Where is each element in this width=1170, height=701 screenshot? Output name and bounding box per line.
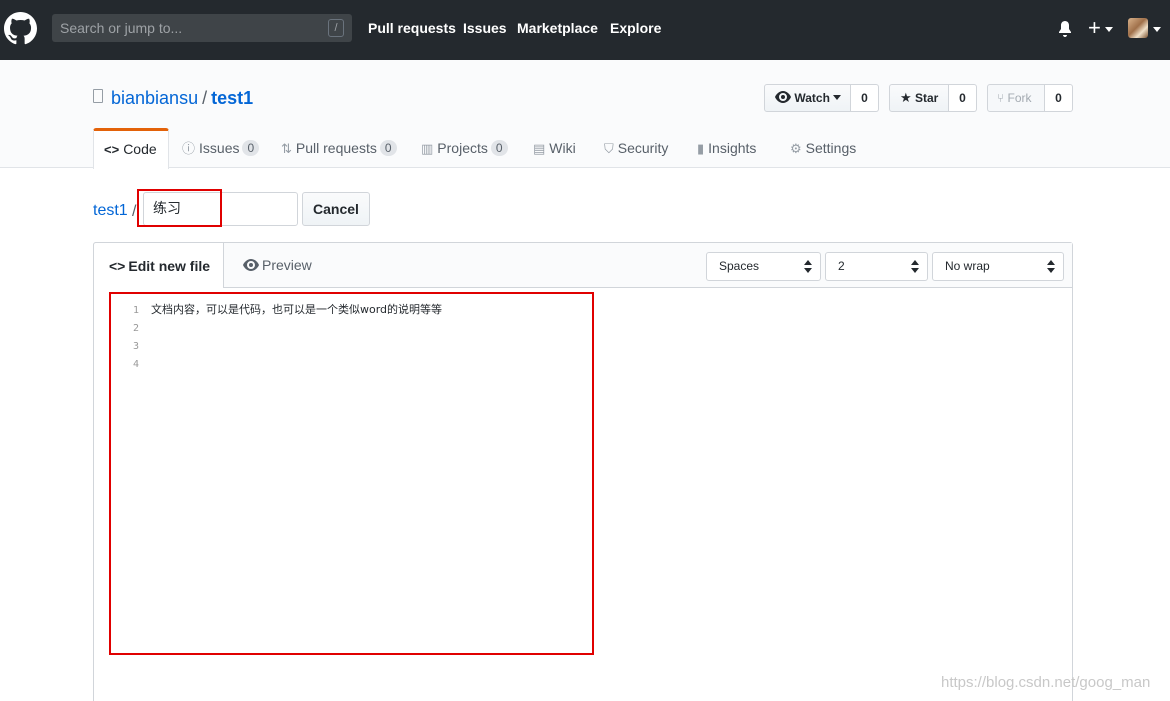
tab-insights-label: Insights — [708, 140, 757, 156]
eye-icon — [775, 91, 791, 103]
tab-insights[interactable]: ▮ Insights — [697, 128, 756, 168]
shield-icon: ⛉ — [604, 141, 614, 156]
star-icon: ★ — [900, 90, 912, 105]
indent-size-select[interactable]: 2 — [825, 252, 928, 281]
wrap-mode-value: No wrap — [945, 259, 990, 273]
editor-toolbar: <> Edit new file Preview Spaces 2 No wrap — [93, 242, 1072, 288]
repo-owner-link[interactable]: bianbiansu — [111, 88, 198, 108]
tab-issues[interactable]: ⓘ Issues 0 — [182, 128, 260, 168]
select-arrows-icon — [911, 260, 919, 273]
watch-button[interactable]: Watch — [764, 84, 851, 112]
tab-preview[interactable]: Preview — [243, 257, 312, 273]
watermark-text: https://blog.csdn.net/goog_man — [941, 674, 1151, 691]
indent-mode-select[interactable]: Spaces — [706, 252, 821, 281]
tab-pulls-count: 0 — [379, 140, 397, 156]
tab-security-label: Security — [617, 140, 669, 156]
tab-code[interactable]: <> Code — [93, 128, 169, 169]
star-label: Star — [915, 91, 939, 105]
nav-explore[interactable]: Explore — [610, 20, 661, 36]
tab-projects[interactable]: ▥ Projects 0 — [421, 128, 508, 168]
tab-security[interactable]: ⛉ Security — [604, 128, 668, 168]
nav-issues[interactable]: Issues — [463, 20, 507, 36]
tab-wiki[interactable]: ▤ Wiki — [533, 128, 576, 168]
git-pull-request-icon: ⇅ — [281, 141, 292, 156]
issue-opened-icon: ⓘ — [182, 141, 196, 156]
graph-icon: ▮ — [697, 141, 705, 156]
repo-icon — [93, 89, 103, 103]
breadcrumb-repo-link[interactable]: test1 — [93, 202, 128, 220]
chevron-down-icon — [1105, 27, 1113, 32]
github-logo-icon[interactable] — [4, 12, 37, 45]
chevron-down-icon — [833, 95, 842, 100]
avatar[interactable] — [1128, 18, 1148, 38]
repo-title-separator: / — [202, 88, 208, 108]
chevron-down-icon — [1153, 27, 1161, 32]
tab-preview-label: Preview — [262, 257, 312, 273]
star-button[interactable]: ★ Star — [889, 84, 949, 112]
fork-count[interactable]: 0 — [1045, 84, 1073, 112]
tab-projects-label: Projects — [437, 140, 488, 156]
tab-edit-label: Edit new file — [128, 258, 211, 274]
book-icon: ▤ — [533, 141, 546, 156]
fork-icon: ⑂ — [997, 91, 1005, 105]
star-count[interactable]: 0 — [949, 84, 977, 112]
editor-highlight-box — [109, 292, 594, 655]
repo-header: bianbiansu / test1 Watch 0 ★ Star 0 ⑂ Fork… — [0, 60, 1170, 169]
indent-mode-value: Spaces — [719, 259, 760, 273]
gear-icon: ⚙ — [790, 141, 802, 156]
tab-issues-label: Issues — [199, 140, 240, 156]
watch-count[interactable]: 0 — [851, 84, 879, 112]
bell-icon[interactable] — [1058, 21, 1072, 37]
tab-projects-count: 0 — [490, 140, 508, 156]
tab-pulls-label: Pull requests — [295, 140, 377, 156]
tab-issues-count: 0 — [242, 140, 260, 156]
select-arrows-icon — [1047, 260, 1055, 273]
cancel-button[interactable]: Cancel — [302, 192, 370, 226]
plus-icon[interactable]: + — [1088, 16, 1101, 40]
tab-edit-new-file[interactable]: <> Edit new file — [93, 242, 224, 288]
tab-pull-requests[interactable]: ⇅ Pull requests 0 — [281, 128, 397, 168]
eye-icon — [243, 259, 259, 271]
repo-title: bianbiansu / test1 — [111, 88, 253, 109]
filename-highlight-box — [137, 189, 222, 227]
tab-settings[interactable]: ⚙ Settings — [790, 128, 856, 168]
tab-wiki-label: Wiki — [549, 140, 576, 156]
search-placeholder: Search or jump to... — [60, 20, 183, 36]
select-arrows-icon — [804, 260, 812, 273]
code-icon: <> — [109, 258, 126, 274]
indent-size-value: 2 — [838, 259, 845, 273]
fork-button[interactable]: ⑂ Fork — [987, 84, 1045, 112]
project-icon: ▥ — [421, 141, 434, 156]
fork-label: Fork — [1007, 91, 1032, 105]
search-input[interactable]: Search or jump to... / — [52, 14, 352, 42]
repo-name-link[interactable]: test1 — [211, 88, 253, 108]
breadcrumb-separator: / — [132, 203, 137, 220]
code-icon: <> — [104, 142, 120, 157]
search-shortcut-key: / — [328, 19, 344, 37]
wrap-mode-select[interactable]: No wrap — [932, 252, 1064, 281]
tab-code-label: Code — [123, 141, 157, 157]
nav-pull-requests[interactable]: Pull requests — [368, 20, 456, 36]
tab-settings-label: Settings — [805, 140, 857, 156]
global-header: Search or jump to... / Pull requests Iss… — [0, 0, 1170, 60]
nav-marketplace[interactable]: Marketplace — [517, 20, 598, 36]
watch-label: Watch — [794, 91, 830, 105]
